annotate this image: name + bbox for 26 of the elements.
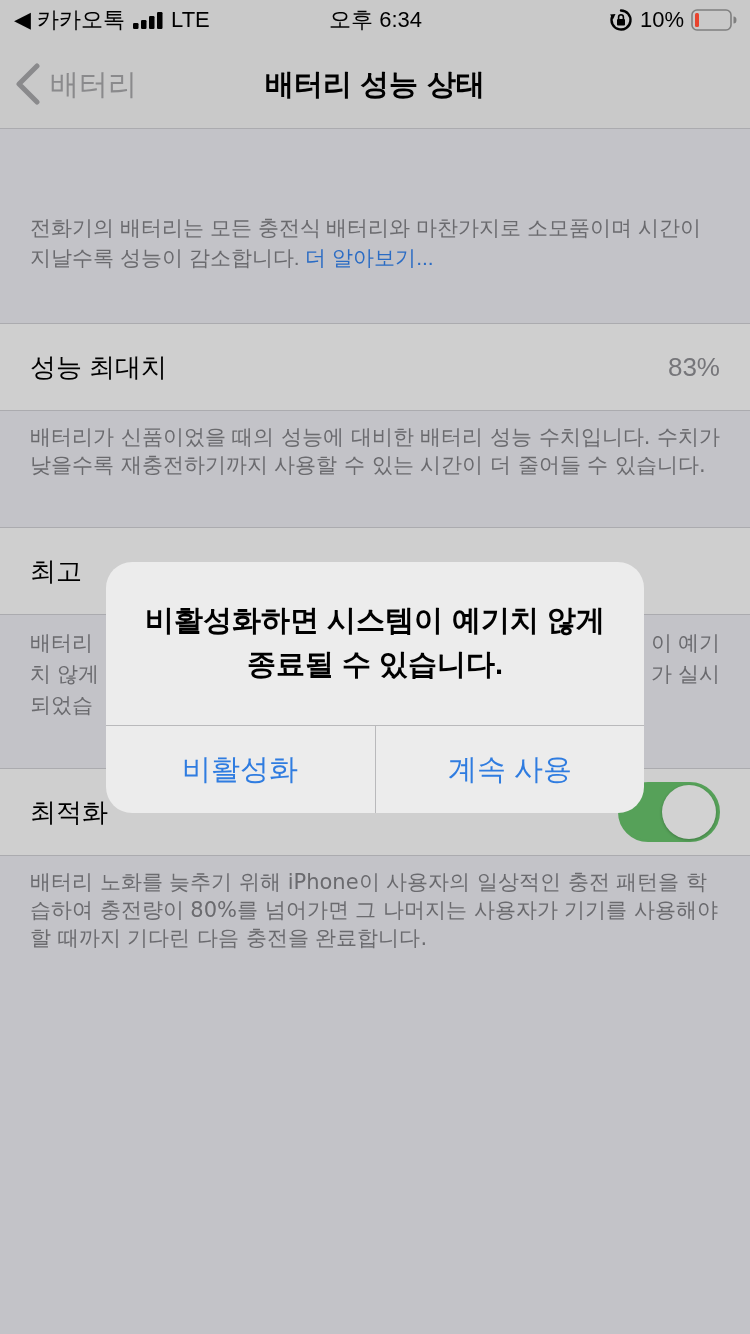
alert-button[interactable]: 비활성화 bbox=[106, 726, 375, 813]
battery-percent: 10% bbox=[639, 6, 684, 34]
page-title: 배터리 성능 상태 bbox=[265, 67, 485, 102]
footer-text: 배터리 노화를 늦추기 위해 iPhone이 사용자의 일상적인 충전 패턴을 학습하여 충전량이 80%를 넘어가면 그 나머지는 사용자가 기기를 사용해야 할 때까지 기다린 다음 충전을 완료합니다. bbox=[30, 869, 720, 952]
row-label: 성능 최대치 bbox=[30, 351, 168, 384]
alert-button[interactable]: 계속 사용 bbox=[374, 726, 644, 813]
footer-text: 이 예기 bbox=[651, 630, 720, 656]
row-label: 최적화 bbox=[30, 796, 108, 829]
row-value: 83% bbox=[667, 351, 720, 384]
alert-message: 비활성화하면 시스템이 예기치 않게 종료될 수 있습니다. bbox=[144, 603, 606, 682]
time-label: 오후 6:34 bbox=[329, 6, 422, 34]
footer-text: 배터리가 신품이었을 때의 성능에 대비한 배터리 성능 수치입니다. 수치가 낮을수록 재충전하기까지 사용할 수 있는 시간이 더 줄어들 수 있습니다. bbox=[30, 424, 722, 479]
back-button[interactable]: 배터리 bbox=[0, 63, 137, 105]
learn-more-link[interactable]: 더 알아보기... bbox=[305, 246, 434, 269]
back-to-app-link[interactable]: ◀ 카카오톡 bbox=[14, 6, 126, 34]
footer-text: 치 않게 bbox=[30, 661, 99, 687]
signal-icon bbox=[133, 11, 164, 29]
network-label: LTE bbox=[171, 6, 210, 34]
chevron-left-icon bbox=[16, 63, 40, 105]
row-label: 최고 bbox=[30, 555, 82, 588]
rotation-lock-icon bbox=[608, 8, 633, 32]
footer-text: 가 실시 bbox=[651, 661, 720, 687]
battery-icon bbox=[691, 9, 737, 31]
intro-text: 전화기의 배터리는 모든 충전식 배터리와 마찬가지로 소모품이며 시간이 지날수록 성능이 감소합니다. 더 알아보기... bbox=[30, 215, 702, 271]
footer-text: 배터리 bbox=[30, 630, 93, 656]
footer-text: 되었습 bbox=[30, 692, 93, 718]
